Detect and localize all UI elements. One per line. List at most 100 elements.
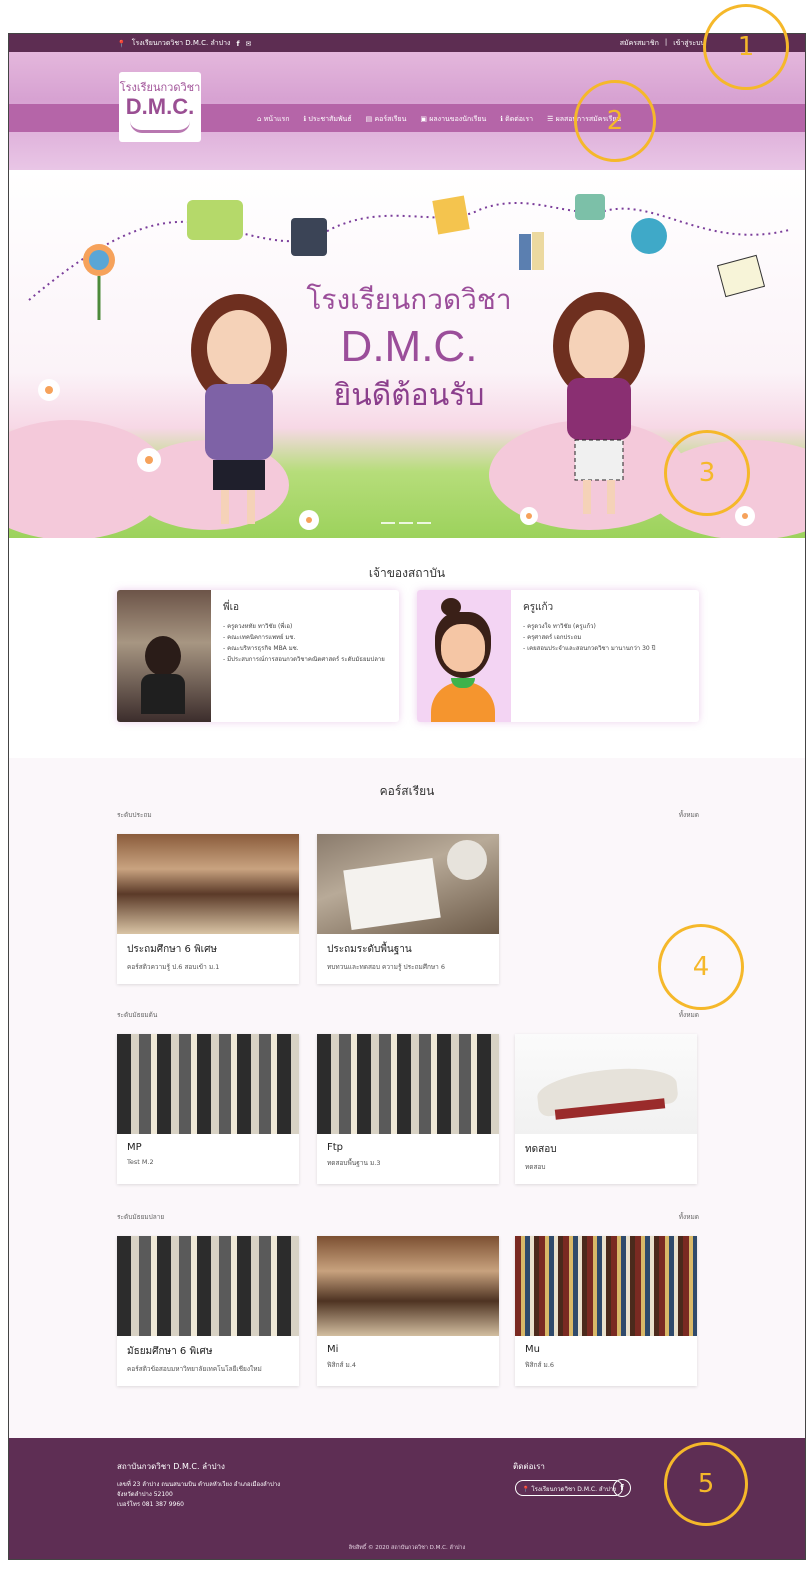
courses-section: คอร์สเรียน ระดับประถม ทั้งหมด ประถมศึกษา… <box>9 758 805 1438</box>
course-thumbnail <box>117 1034 299 1134</box>
annotation-circle: 3 <box>664 430 750 516</box>
course-desc: ทดสอบ <box>525 1163 546 1171</box>
course-card[interactable]: ประถมศึกษา 6 พิเศษ คอร์สติวความรู้ ป.6 ส… <box>117 834 299 984</box>
course-title: MP <box>127 1142 142 1153</box>
owner-card: ครูแก้ว - ครูดวงใจ ทาวิชัย (ครูแก้ว) - ค… <box>417 590 699 722</box>
course-desc: ทดสอบพื้นฐาน ม.3 <box>327 1159 381 1167</box>
owner-avatar <box>417 590 511 722</box>
course-card[interactable]: Mi ฟิสิกส์ ม.4 <box>317 1236 499 1386</box>
course-card[interactable]: Ftp ทดสอบพื้นฐาน ม.3 <box>317 1034 499 1184</box>
nav-courses[interactable]: ▤ คอร์สเรียน <box>366 114 407 125</box>
course-thumbnail <box>317 1034 499 1134</box>
annotation-circle: 5 <box>664 1442 748 1526</box>
map-pin-icon: 📍 <box>117 39 126 48</box>
contact-location-pill[interactable]: 📍 โรงเรียนกวดวิชา D.M.C. ลำปาง <box>515 1480 624 1496</box>
page-frame: 📍 โรงเรียนกวดวิชา D.M.C. ลำปาง f ✉ สมัคร… <box>8 33 806 1560</box>
top-location: 📍 โรงเรียนกวดวิชา D.M.C. ลำปาง f ✉ <box>117 38 251 49</box>
slider-dot[interactable] <box>381 522 395 524</box>
course-desc: ฟิสิกส์ ม.6 <box>525 1361 555 1369</box>
see-all-link[interactable]: ทั้งหมด <box>679 1010 699 1020</box>
course-desc: Test M.2 <box>127 1158 154 1166</box>
annotation-circle: 2 <box>574 80 656 162</box>
level-name: ระดับประถม <box>117 811 152 819</box>
nav-home-label: หน้าแรก <box>263 115 290 123</box>
course-card[interactable]: ประถมระดับพื้นฐาน ทบทวนและทดสอบ ความรู้ … <box>317 834 499 984</box>
facebook-icon[interactable]: f <box>613 1479 631 1497</box>
level-header: ระดับมัธยมต้น ทั้งหมด <box>117 1010 699 1020</box>
course-title: ทดสอบ <box>525 1144 557 1155</box>
owner-point: - ครุศาสตร์ เอกประถม <box>523 634 582 641</box>
course-card[interactable]: Mu ฟิสิกส์ ม.6 <box>515 1236 697 1386</box>
nav-works[interactable]: ▣ ผลงานของนักเรียน <box>420 114 486 125</box>
location-text: โรงเรียนกวดวิชา D.M.C. ลำปาง <box>131 39 231 47</box>
course-desc: ฟิสิกส์ ม.4 <box>327 1361 357 1369</box>
book-icon <box>130 121 190 133</box>
see-all-link[interactable]: ทั้งหมด <box>679 810 699 820</box>
facebook-icon[interactable]: f <box>236 40 239 48</box>
course-card[interactable]: MP Test M.2 <box>117 1034 299 1184</box>
home-icon: ⌂ <box>257 115 264 123</box>
hero-line2: D.M.C. <box>340 322 478 371</box>
map-pin-icon: 📍 <box>522 1486 530 1493</box>
owner-name: พี่เอ <box>223 602 240 613</box>
owners-section: เจ้าของสถาบัน พี่เอ - ครูดวงหทัย ทาวิชัย… <box>9 538 805 758</box>
course-title: มัธยมศึกษา 6 พิเศษ <box>127 1346 213 1357</box>
logo[interactable]: โรงเรียนกวดวิชา D.M.C. <box>119 72 201 142</box>
nav-courses-label: คอร์สเรียน <box>374 115 407 123</box>
owner-name: ครูแก้ว <box>523 602 554 613</box>
course-desc: ทบทวนและทดสอบ ความรู้ ประถมศึกษา 6 <box>327 963 446 971</box>
owner-point: - คณะเทคนิคการแพทย์ มช. <box>223 634 296 641</box>
copyright: ลิขสิทธิ์ © 2020 สถาบันกวดวิชา D.M.C. ลำ… <box>348 1545 466 1551</box>
mail-icon[interactable]: ✉ <box>246 40 252 48</box>
course-desc: คอร์สติวข้อสอบมหาวิทยาลัยเทคโนโลยีเชียงใ… <box>127 1365 262 1373</box>
account-links: สมัครสมาชิก | เข้าสู่ระบบ <box>620 38 705 49</box>
course-title: Ftp <box>327 1142 344 1153</box>
course-thumbnail <box>117 834 299 934</box>
contact-title: ติดต่อเรา <box>513 1462 545 1471</box>
nav-home[interactable]: ⌂ หน้าแรก <box>257 114 290 125</box>
nav-news[interactable]: ℹ ประชาสัมพันธ์ <box>304 114 352 125</box>
course-thumbnail <box>317 1236 499 1336</box>
register-link[interactable]: สมัครสมาชิก <box>620 38 659 49</box>
course-title: Mi <box>327 1344 339 1355</box>
level-header: ระดับประถม ทั้งหมด <box>117 810 699 820</box>
owners-title: เจ้าของสถาบัน <box>368 566 446 580</box>
owner-point: - คณะบริหารธุรกิจ MBA มช. <box>223 645 299 652</box>
footer-phone: เบอร์โทร 081 387 9960 <box>117 1501 184 1508</box>
slider-dots <box>381 522 431 524</box>
courses-title: คอร์สเรียน <box>379 784 435 798</box>
slider-dot[interactable] <box>399 522 413 524</box>
hero-title: โรงเรียนกวดวิชา D.M.C. ยินดีต้อนรับ <box>299 278 519 419</box>
annotation-circle: 1 <box>703 4 789 90</box>
course-card[interactable]: มัธยมศึกษา 6 พิเศษ คอร์สติวข้อสอบมหาวิทย… <box>117 1236 299 1386</box>
hero-line3: ยินดีต้อนรับ <box>333 378 485 413</box>
annotation-circle: 4 <box>658 924 744 1010</box>
footer-address: เลขที่ 23 ลำปาง ถนนสนามบิน ตำบลหัวเวียง … <box>117 1480 280 1510</box>
owner-point: - ครูดวงหทัย ทาวิชัย (พี่เอ) <box>223 623 293 630</box>
owner-point: - ครูดวงใจ ทาวิชัย (ครูแก้ว) <box>523 623 596 630</box>
course-card[interactable]: ทดสอบ ทดสอบ <box>515 1034 697 1184</box>
footer-org: สถาบันกวดวิชา D.M.C. ลำปาง <box>117 1462 225 1471</box>
hero-line1: โรงเรียนกวดวิชา <box>306 283 512 316</box>
contact-pill-label: โรงเรียนกวดวิชา D.M.C. ลำปาง <box>531 1486 617 1493</box>
owner-point: - เคยสอนประจำและสอนกวดวิชา มานานกว่า 30 … <box>523 645 656 652</box>
course-desc: คอร์สติวความรู้ ป.6 สอบเข้า ม.1 <box>127 963 220 971</box>
see-all-link[interactable]: ทั้งหมด <box>679 1212 699 1222</box>
address-line2: จังหวัดลำปาง 52100 <box>117 1491 173 1498</box>
course-title: Mu <box>525 1344 540 1355</box>
site-header: โรงเรียนกวดวิชา D.M.C. ⌂ หน้าแรก ℹ ประชา… <box>9 52 805 170</box>
separator: | <box>664 38 668 46</box>
nav-news-label: ประชาสัมพันธ์ <box>308 115 352 123</box>
slider-dot[interactable] <box>417 522 431 524</box>
login-link[interactable]: เข้าสู่ระบบ <box>673 38 705 49</box>
list-icon: ☰ <box>547 115 556 123</box>
top-bar: 📍 โรงเรียนกวดวิชา D.M.C. ลำปาง f ✉ สมัคร… <box>9 34 805 52</box>
owner-photo <box>117 590 211 722</box>
image-icon: ▣ <box>420 115 430 123</box>
nav-contact[interactable]: ℹ ติดต่อเรา <box>500 114 533 125</box>
level-name: ระดับมัธยมปลาย <box>117 1213 165 1221</box>
course-title: ประถมระดับพื้นฐาน <box>327 944 412 955</box>
course-thumbnail <box>117 1236 299 1336</box>
owner-card: พี่เอ - ครูดวงหทัย ทาวิชัย (พี่เอ) - คณะ… <box>117 590 399 722</box>
owner-point: - มีประสบการณ์การสอนกวดวิชาคณิตศาสตร์ ระ… <box>223 656 385 663</box>
